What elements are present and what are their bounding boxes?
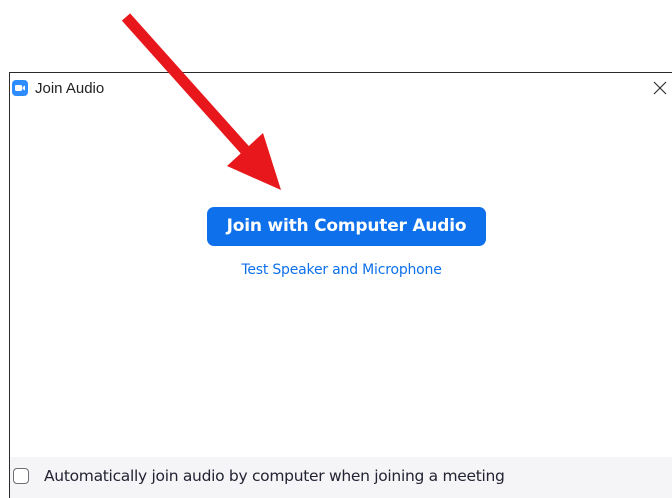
footer-bar: Automatically join audio by computer whe… xyxy=(10,457,672,498)
join-audio-window: Join Audio Join with Computer Audio Test… xyxy=(9,72,672,498)
close-icon[interactable] xyxy=(650,78,670,98)
test-speaker-and-microphone-link[interactable]: Test Speaker and Microphone xyxy=(10,262,672,278)
join-with-computer-audio-button[interactable]: Join with Computer Audio xyxy=(207,207,486,246)
auto-join-audio-checkbox[interactable] xyxy=(13,468,29,484)
screenshot-stage: Join Audio Join with Computer Audio Test… xyxy=(0,0,672,498)
video-camera-icon xyxy=(12,80,28,96)
window-title: Join Audio xyxy=(35,80,105,97)
title-bar: Join Audio xyxy=(10,73,672,105)
auto-join-audio-label[interactable]: Automatically join audio by computer whe… xyxy=(44,467,505,485)
